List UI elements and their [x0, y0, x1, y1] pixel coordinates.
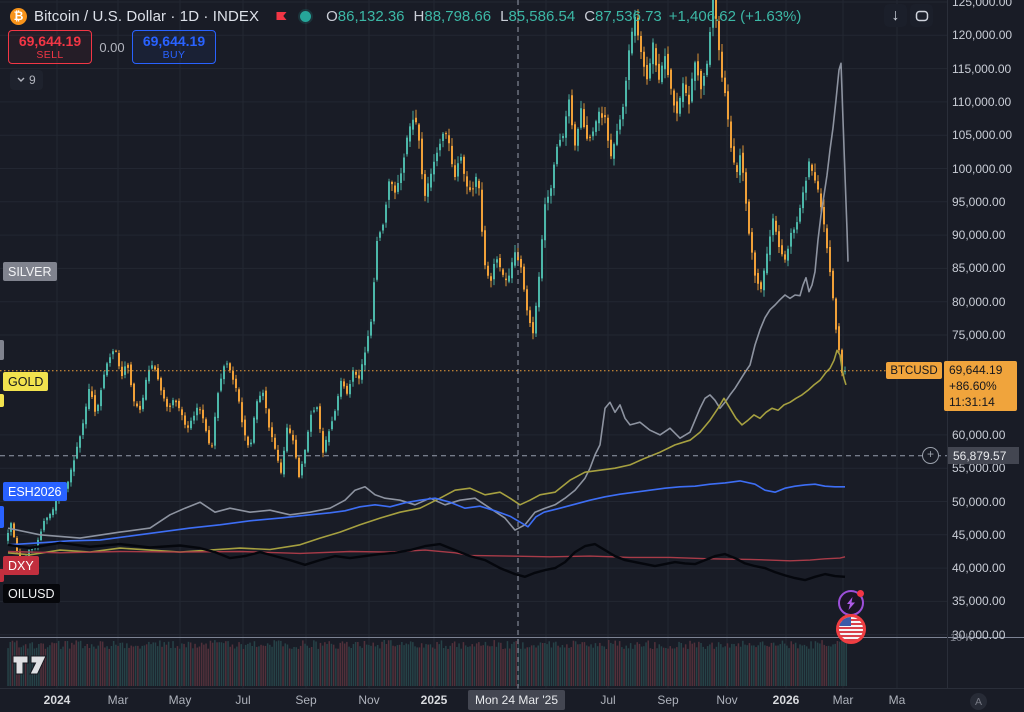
sell-label: SELL [36, 49, 63, 61]
count-value: 9 [29, 73, 36, 87]
time-axis-label: Mar [833, 693, 854, 707]
time-axis-label: 2026 [773, 693, 800, 707]
crosshair-price-badge: 56,879.57 [948, 447, 1019, 464]
tradingview-chart-page: { "header": { "logo_glyph": "₿", "title"… [0, 0, 1024, 712]
price-tick-label: 125,000.00 [952, 0, 1012, 9]
time-axis-label: Mar [108, 693, 129, 707]
volume-bars [7, 640, 847, 686]
chart-quick-actions: ↓ [884, 4, 933, 27]
candles-count-selector[interactable]: 9 [10, 70, 43, 90]
percent-change: +86.60% [949, 378, 1017, 394]
ideas-flash-icon[interactable] [838, 590, 864, 616]
series-label-esh2026[interactable]: ESH2026 [3, 482, 67, 501]
chart-canvas[interactable] [0, 0, 1024, 712]
price-tick-label: 100,000.00 [952, 162, 1012, 176]
price-tick-label: 80,000.00 [952, 295, 1005, 309]
series-line-gold [8, 350, 846, 555]
time-axis-label: Nov [358, 693, 379, 707]
trade-panel: 69,644.19 SELL 0.00 69,644.19 BUY [8, 30, 216, 64]
price-axis[interactable]: 125,000.00 120,000.00 115,000.00 110,000.00… [948, 0, 1024, 688]
buy-button[interactable]: 69,644.19 BUY [132, 30, 216, 64]
sell-price: 69,644.19 [19, 34, 81, 49]
silver-left-tick [0, 340, 4, 360]
price-tick-label: 110,000.00 [952, 95, 1011, 109]
series-label-silver[interactable]: SILVER [3, 262, 57, 281]
time-axis-label: Jul [600, 693, 615, 707]
series-label-text: OILUSD [8, 587, 55, 601]
series-label-oilusd[interactable]: OILUSD [3, 584, 60, 603]
buy-price: 69,644.19 [143, 34, 205, 49]
price-tick-label: 105,000.00 [952, 128, 1012, 142]
time-axis-label: 2025 [421, 693, 448, 707]
price-tick-label: 60,000.00 [952, 428, 1005, 442]
crosshair-date-badge: Mon 24 Mar '25 [468, 690, 565, 710]
ohlc-values: O86,132.36 H88,798.66 L85,586.54 C87,536… [326, 8, 662, 25]
series-label-text: SILVER [8, 265, 52, 279]
series-label-dxy[interactable]: DXY [3, 556, 39, 575]
price-tick-label: 75,000.00 [952, 328, 1005, 342]
bar-countdown: 11:31:14 [949, 394, 1017, 410]
price-tick-label: 90,000.00 [952, 228, 1005, 242]
price-tick-label: 50,000.00 [952, 495, 1005, 509]
price-tick-label: 40,000.00 [952, 561, 1005, 575]
esh2026-left-tick [0, 506, 4, 528]
price-tick-label: 45,000.00 [952, 528, 1005, 542]
symbol-title[interactable]: Bitcoin / U.S. Dollar · 1D · INDEX [34, 8, 259, 25]
sell-button[interactable]: 69,644.19 SELL [8, 30, 92, 64]
chevron-down-icon [17, 77, 25, 83]
symbol-header: ₿ Bitcoin / U.S. Dollar · 1D · INDEX O86… [10, 5, 801, 27]
lightning-icon [846, 597, 856, 610]
time-axis-label: Nov [716, 693, 737, 707]
us-economic-event-icon[interactable] [836, 614, 866, 644]
flag-canton [839, 617, 851, 626]
last-price: 69,644.19 [949, 362, 1017, 378]
gridlines [0, 0, 947, 689]
auto-scale-button[interactable]: A [970, 693, 987, 710]
market-status-icon[interactable] [300, 11, 311, 22]
spread-value: 0.00 [92, 40, 132, 55]
time-axis-label: Ma [889, 693, 906, 707]
price-tick-label: 35,000.00 [952, 594, 1005, 608]
daily-change: +1,406.62 (+1.63%) [669, 8, 802, 25]
fullscreen-icon [915, 10, 929, 22]
btcusd-series-tag[interactable]: BTCUSD [886, 362, 942, 379]
tradingview-logo[interactable] [12, 652, 48, 676]
series-label-text: ESH2026 [8, 485, 62, 499]
price-tick-label: 115,000.00 [952, 62, 1011, 76]
series-line-silver [8, 63, 848, 538]
bitcoin-logo-icon: ₿ [10, 8, 27, 25]
price-tick-label: 120,000.00 [952, 28, 1012, 42]
series-label-text: DXY [8, 559, 34, 573]
download-button[interactable]: ↓ [884, 4, 907, 27]
buy-label: BUY [163, 49, 186, 61]
add-alert-plus-icon[interactable]: + [922, 447, 939, 464]
time-axis-label: May [169, 693, 192, 707]
series-label-text: GOLD [8, 375, 43, 389]
btcusd-price-label[interactable]: 69,644.19 +86.60% 11:31:14 [944, 361, 1017, 411]
volume-scale-label: 10 K [950, 632, 973, 644]
time-axis-label: 2024 [44, 693, 71, 707]
price-tick-label: 85,000.00 [952, 261, 1005, 275]
time-axis-label: Sep [295, 693, 316, 707]
time-axis-label: Sep [657, 693, 678, 707]
gold-left-tick [0, 394, 4, 407]
fullscreen-button[interactable] [910, 4, 933, 27]
time-axis-label: Jul [235, 693, 250, 707]
download-icon: ↓ [892, 7, 900, 25]
notification-dot [857, 590, 864, 597]
btc-candles [7, 0, 846, 568]
price-tick-label: 95,000.00 [952, 195, 1005, 209]
flag-icon[interactable] [274, 9, 289, 24]
series-label-gold[interactable]: GOLD [3, 372, 48, 391]
